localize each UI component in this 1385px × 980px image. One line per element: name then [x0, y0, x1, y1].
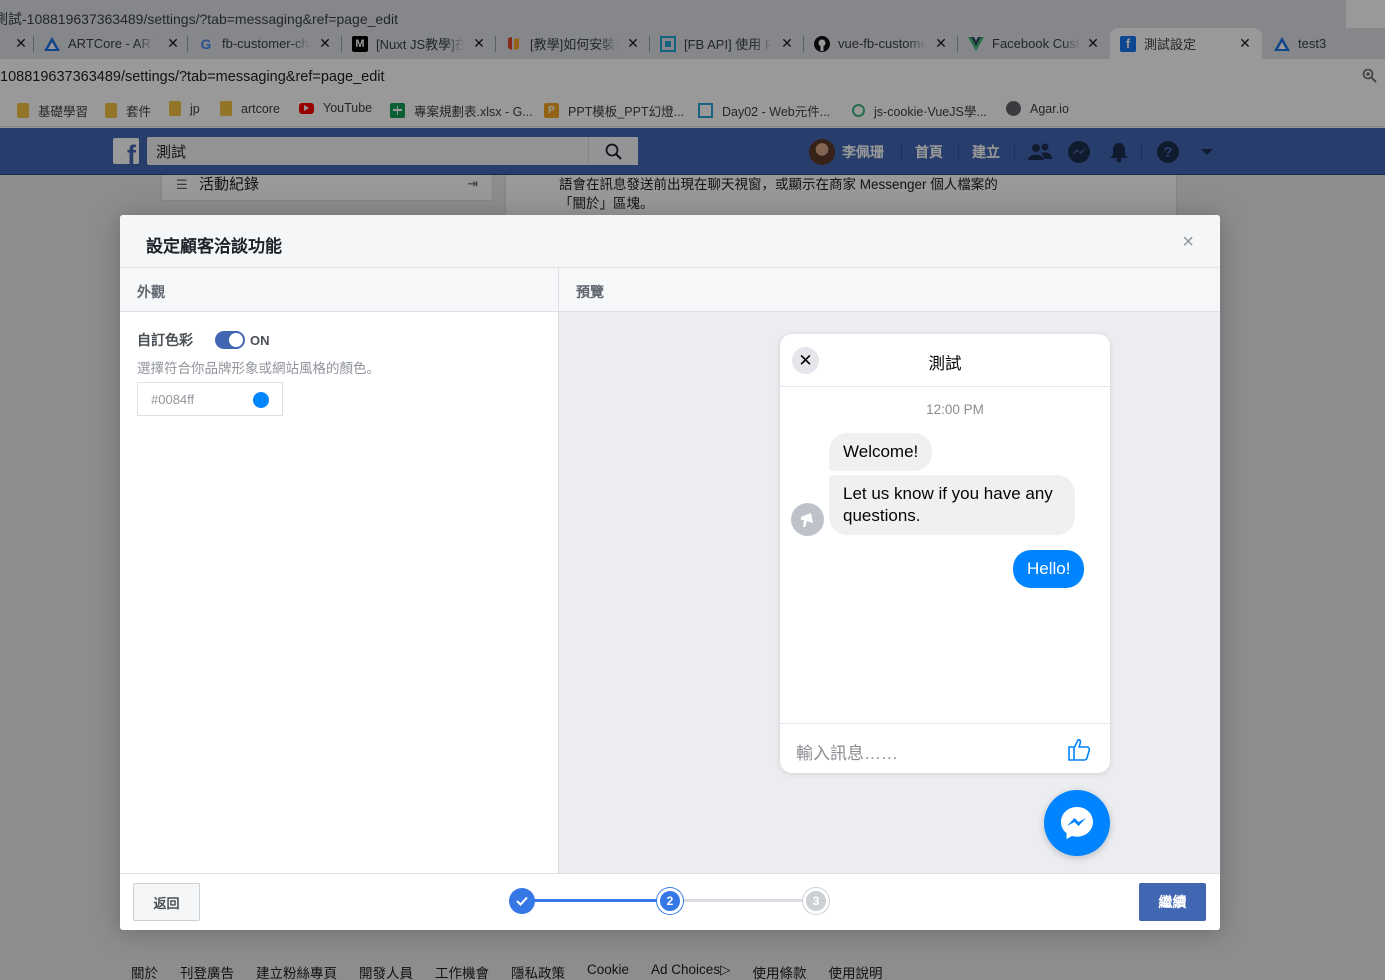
step-2-current: 2 [657, 888, 683, 914]
chat-timestamp: 12:00 PM [926, 402, 984, 417]
close-icon[interactable]: × [1182, 232, 1194, 252]
appearance-panel: 外觀 自訂色彩 ON 選擇符合你品牌形象或網站風格的顏色。 #0084ff [120, 268, 559, 873]
message-bubble: Let us know if you have any questions. [829, 475, 1075, 535]
color-hint: 選擇符合你品牌形象或網站風格的顏色。 [137, 361, 380, 376]
preview-header: 預覽 [559, 268, 1220, 312]
custom-color-label: 自訂色彩 [137, 332, 193, 348]
message-bubble: Welcome! [829, 433, 933, 471]
step-line-done [522, 899, 670, 902]
continue-button[interactable]: 繼續 [1139, 883, 1206, 921]
thumbs-up-icon[interactable] [1066, 736, 1092, 765]
chat-input-bar: 輸入訊息…… [780, 723, 1110, 773]
dialog-footer: 返回 2 3 繼續 [120, 873, 1220, 930]
step-line-pending [670, 899, 816, 902]
custom-color-row: 自訂色彩 ON [137, 330, 270, 350]
customer-chat-setup-dialog: 設定顧客洽談功能 × 外觀 自訂色彩 ON 選擇符合你品牌形象或網站風格的顏色。… [120, 215, 1220, 930]
message-input[interactable]: 輸入訊息…… [796, 739, 898, 764]
progress-stepper: 2 3 [509, 888, 830, 914]
back-button[interactable]: 返回 [133, 883, 200, 921]
step-3-pending: 3 [803, 888, 829, 914]
dialog-title: 設定顧客洽談功能 [146, 237, 282, 256]
custom-color-toggle[interactable] [215, 331, 245, 349]
chat-page-name: 測試 [928, 355, 962, 373]
checkmark-icon [516, 896, 528, 906]
appearance-header: 外觀 [120, 268, 558, 312]
toggle-knob [229, 333, 243, 347]
dialog-header: 設定顧客洽談功能 × [120, 215, 1220, 268]
color-swatch[interactable] [253, 392, 269, 408]
chat-preview-window: ✕ 測試 12:00 PM Welcome! Let us know if yo… [780, 334, 1110, 773]
preview-panel: 預覽 ✕ 測試 12:00 PM Welcome! Let us know if… [559, 268, 1220, 873]
chat-header: ✕ 測試 [780, 334, 1110, 387]
message-bubble-sent: Hello! [1013, 550, 1085, 588]
color-value[interactable]: #0084ff [151, 392, 194, 407]
page-avatar-flag-icon [791, 503, 824, 536]
toggle-state-label: ON [250, 332, 270, 348]
color-field[interactable]: #0084ff [137, 382, 283, 416]
messenger-launcher-icon[interactable] [1044, 790, 1110, 856]
step-1-done [509, 888, 535, 914]
